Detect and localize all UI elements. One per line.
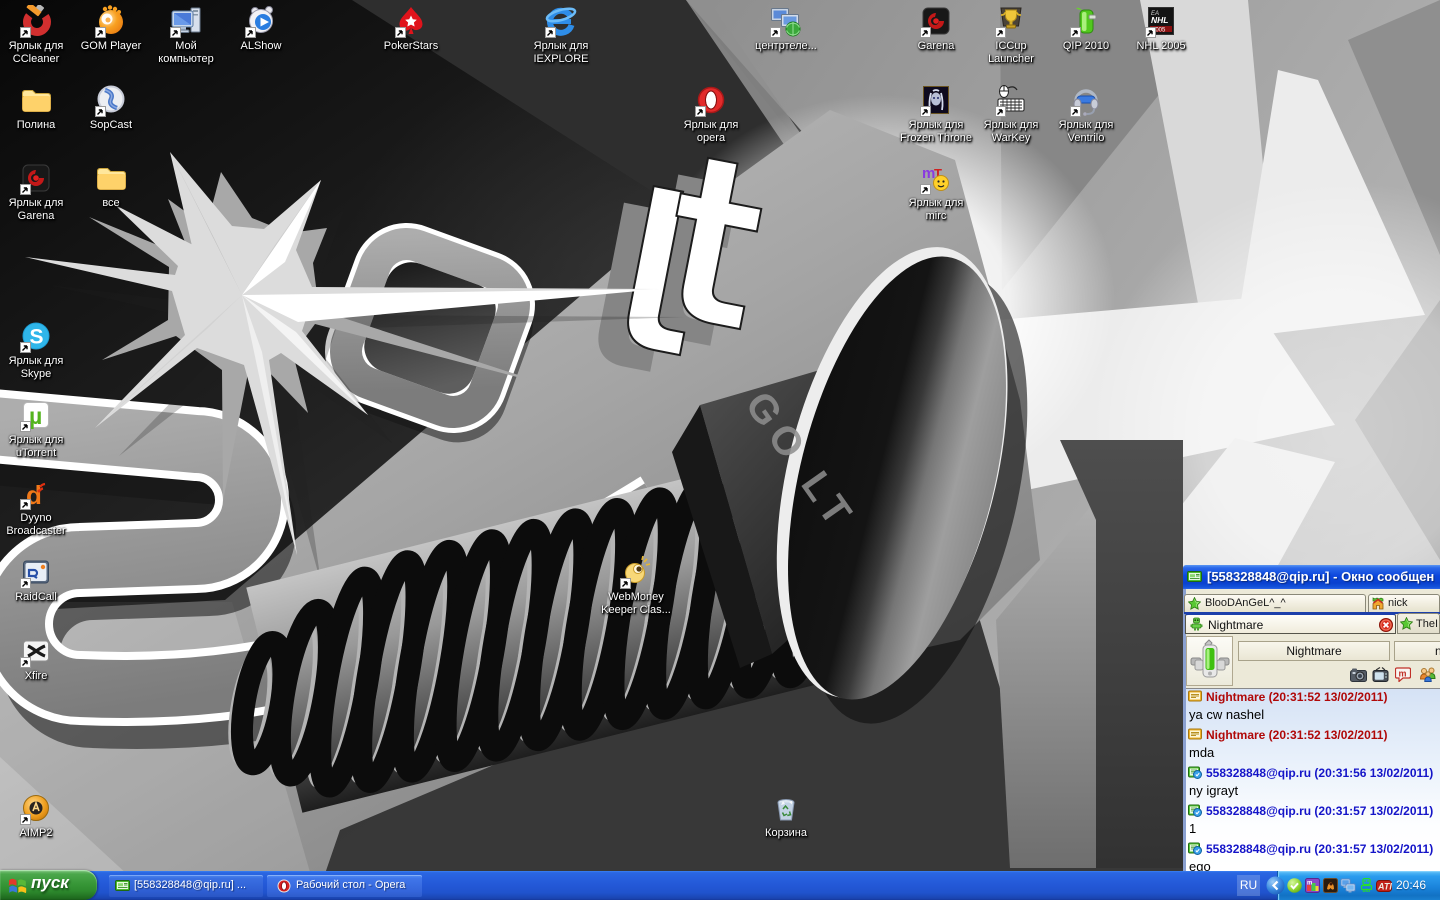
svg-text:m: m [1399, 669, 1407, 679]
svg-text:ATI: ATI [1377, 882, 1392, 892]
svg-text:m: m [1307, 881, 1312, 887]
svg-text:qip: qip [1363, 888, 1371, 892]
svg-text:S: S [30, 326, 44, 349]
svg-text:NHL: NHL [1151, 15, 1168, 25]
